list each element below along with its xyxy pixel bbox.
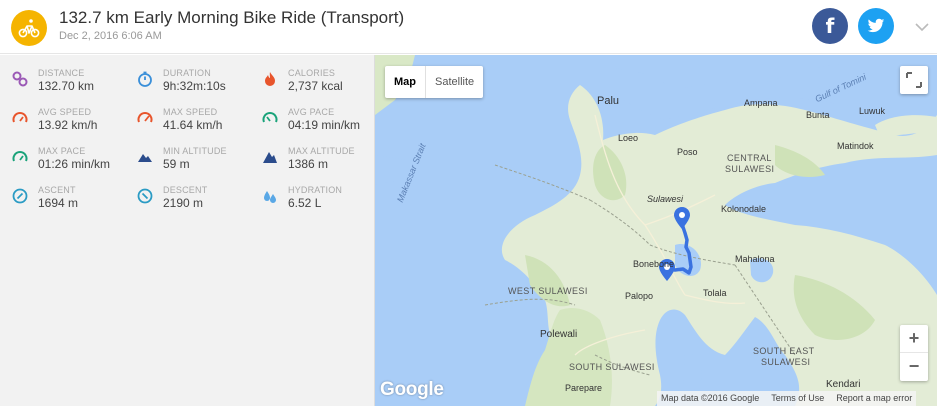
speedometer-icon xyxy=(12,151,28,162)
map-label: CENTRAL xyxy=(727,153,772,163)
mountain-icon xyxy=(263,152,277,163)
map-label: SULAWESI xyxy=(761,357,811,367)
stats-panel: DISTANCE 132.70 km DURATION 9h:32m:10s C… xyxy=(0,55,375,406)
map-label: Bonebone xyxy=(633,259,675,269)
stopwatch-icon xyxy=(138,71,152,87)
map-label: Loeo xyxy=(618,133,639,143)
map-label: Tolala xyxy=(703,288,727,298)
map-data-credit: Map data ©2016 Google xyxy=(661,393,760,403)
map-type-satellite-button[interactable]: Satellite xyxy=(426,66,483,98)
compass-icon xyxy=(137,188,153,204)
stat-min-altitude: MIN ALTITUDE 59 m xyxy=(137,146,257,180)
map-label: SOUTH EAST xyxy=(753,346,815,356)
map-label: Ampana xyxy=(744,98,778,108)
flame-icon xyxy=(265,72,275,86)
map-type-control: Map Satellite xyxy=(385,66,484,98)
map-label: SOUTH SULAWESI xyxy=(569,362,655,372)
map-label: Polewali xyxy=(540,329,578,340)
chevron-down-icon[interactable] xyxy=(913,18,931,36)
stat-max-altitude: MAX ALTITUDE 1386 m xyxy=(262,146,382,180)
map-label: Sulawesi xyxy=(647,194,684,204)
activity-date: Dec 2, 2016 6:06 AM xyxy=(59,30,162,42)
map-label: Poso xyxy=(677,147,698,157)
terms-of-use-link[interactable]: Terms of Use xyxy=(771,391,824,406)
map-label: Bunta xyxy=(806,110,830,120)
zoom-in-button[interactable]: + xyxy=(900,325,928,353)
facebook-icon: f xyxy=(825,14,835,38)
stat-ascent: ASCENT 1694 m xyxy=(12,185,132,219)
stat-duration: DURATION 9h:32m:10s xyxy=(137,68,257,102)
facebook-share-button[interactable]: f xyxy=(812,8,848,44)
bike-activity-icon xyxy=(11,10,47,46)
compass-icon xyxy=(12,188,28,204)
mountain-icon xyxy=(138,154,152,162)
stat-max-pace: MAX PACE 01:26 min/km xyxy=(12,146,132,180)
map-label: Mahalona xyxy=(735,254,775,264)
zoom-out-button[interactable]: − xyxy=(900,353,928,381)
twitter-share-button[interactable] xyxy=(858,8,894,44)
stat-avg-pace: AVG PACE 04:19 min/km xyxy=(262,107,382,141)
speedometer-icon xyxy=(12,112,28,123)
map-label: SULAWESI xyxy=(725,164,775,174)
fullscreen-icon xyxy=(906,72,922,88)
map-label: Kendari xyxy=(826,379,861,390)
map-label: Palu xyxy=(597,95,620,107)
map-label: Parepare xyxy=(565,383,603,393)
speedometer-icon xyxy=(137,112,153,123)
twitter-icon xyxy=(867,18,885,33)
speedometer-icon xyxy=(262,112,278,123)
stat-calories: CALORIES 2,737 kcal xyxy=(262,68,382,102)
stat-hydration: HYDRATION 6.52 L xyxy=(262,185,382,219)
fullscreen-button[interactable] xyxy=(900,66,928,94)
activity-title: 132.7 km Early Morning Bike Ride (Transp… xyxy=(59,8,405,27)
zoom-control: + − xyxy=(900,325,928,381)
water-drops-icon xyxy=(264,191,276,203)
stat-distance: DISTANCE 132.70 km xyxy=(12,68,132,102)
google-logo: Google xyxy=(380,379,444,400)
map-attribution: Map data ©2016 Google Terms of Use Repor… xyxy=(657,391,917,406)
map-label: Luwuk xyxy=(859,106,886,116)
stat-max-speed: MAX SPEED 41.64 km/h xyxy=(137,107,257,141)
stat-avg-speed: AVG SPEED 13.92 km/h xyxy=(12,107,132,141)
activity-header: 132.7 km Early Morning Bike Ride (Transp… xyxy=(0,0,937,54)
map-type-map-button[interactable]: Map xyxy=(385,66,426,98)
map-label: Palopo xyxy=(625,291,654,301)
stat-descent: DESCENT 2190 m xyxy=(137,185,257,219)
map-label: WEST SULAWESI xyxy=(508,286,588,296)
report-map-error-link[interactable]: Report a map error xyxy=(836,391,912,406)
map-label: Matindok xyxy=(837,141,874,151)
map-terrain xyxy=(375,55,937,406)
map-label: Kolonodale xyxy=(721,204,767,214)
route-map[interactable]: Palu Loeo Poso Ampana Bunta Luwuk Matind… xyxy=(375,55,937,406)
distance-icon xyxy=(12,71,28,87)
